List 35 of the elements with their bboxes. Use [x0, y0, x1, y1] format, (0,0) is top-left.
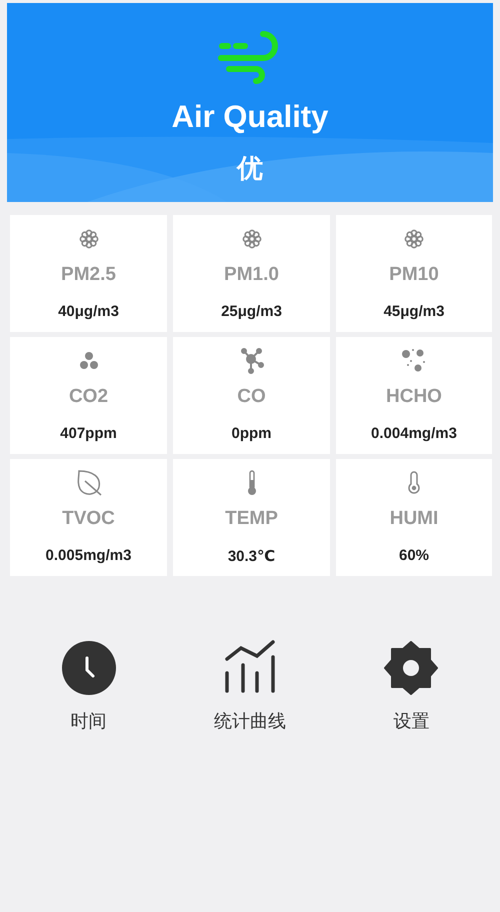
sensor-value: 45μg/m3	[384, 303, 444, 320]
settings-icon	[384, 641, 438, 695]
action-button[interactable]: 设置	[341, 635, 482, 733]
sensor-value: 0.005mg/m3	[46, 547, 132, 564]
sensor-value: 30.3℃	[228, 547, 276, 565]
clock-icon	[62, 641, 116, 695]
quality-grade: 优	[237, 152, 263, 185]
sensor-name: PM2.5	[61, 264, 116, 286]
sensor-value: 60%	[398, 547, 430, 564]
molecule-icon	[240, 348, 264, 374]
sensor-name: HCHO	[386, 386, 442, 408]
flower-icon	[78, 229, 98, 249]
sensor-value: 0ppm	[231, 425, 272, 442]
action-button[interactable]: 统计曲线	[180, 635, 320, 733]
line-chart-icon	[224, 639, 276, 695]
sensor-name: PM1.0	[224, 264, 279, 286]
sensor-name: PM10	[389, 264, 439, 286]
sensor-name: CO	[237, 386, 266, 408]
leaf-icon	[74, 469, 102, 497]
sensor-value: 40μg/m3	[58, 303, 119, 320]
action-button[interactable]: 时间	[18, 635, 159, 733]
particles-icon	[401, 348, 427, 374]
sensor-value: 25μg/m3	[221, 303, 282, 320]
sensor-name: TVOC	[62, 508, 115, 530]
sensor-value: 0.004mg/m3	[371, 425, 457, 442]
thermometer-icon	[407, 471, 421, 495]
sensor-name: CO2	[68, 386, 108, 408]
thermometer-icon	[246, 470, 258, 496]
sensor-value: 407ppm	[60, 425, 117, 442]
flower-icon	[242, 229, 262, 249]
app-title: Air Quality	[172, 99, 328, 135]
bubbles-icon	[78, 351, 100, 371]
sensor-name: TEMP	[225, 508, 278, 530]
flower-icon	[404, 229, 424, 249]
sensor-name: HUMI	[390, 508, 438, 530]
